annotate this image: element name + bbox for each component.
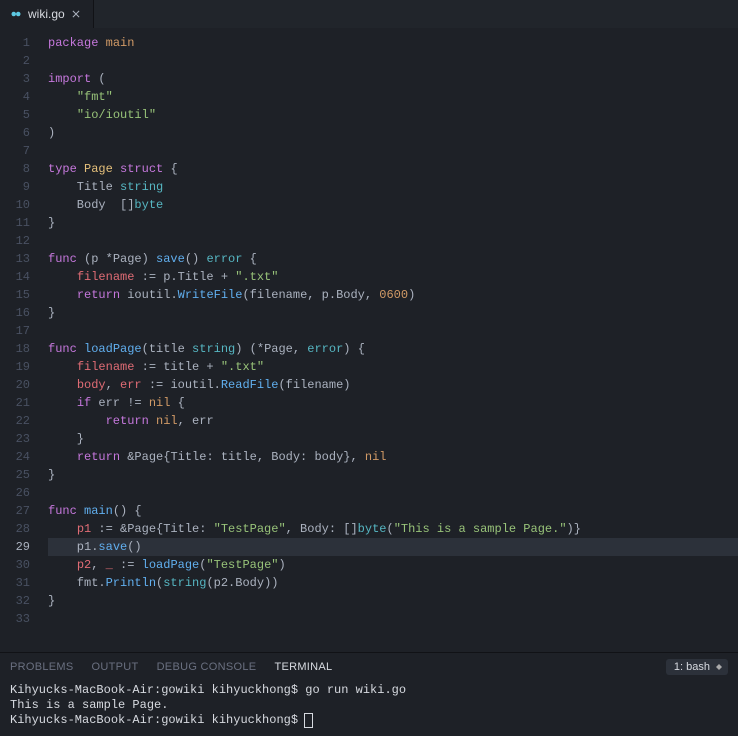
line-number: 3 [12,70,30,88]
shell-select-label: 1: bash [674,661,710,673]
line-number: 19 [12,358,30,376]
line-number: 25 [12,466,30,484]
terminal-line: Kihyucks-MacBook-Air:gowiki kihyuckhong$ [10,713,728,728]
code-line[interactable]: return &Page{Title: title, Body: body}, … [48,448,738,466]
code-line[interactable]: return nil, err [48,412,738,430]
code-line[interactable]: } [48,214,738,232]
line-number: 20 [12,376,30,394]
code-line[interactable]: if err != nil { [48,394,738,412]
code-line[interactable]: "fmt" [48,88,738,106]
code-line[interactable]: p2, _ := loadPage("TestPage") [48,556,738,574]
line-number: 8 [12,160,30,178]
line-number: 22 [12,412,30,430]
line-number: 5 [12,106,30,124]
tab-bar: wiki.go [0,0,738,28]
go-file-icon [10,8,22,20]
line-number: 4 [12,88,30,106]
code-line[interactable]: p1.save() [48,538,738,556]
line-number: 11 [12,214,30,232]
code-line[interactable]: p1 := &Page{Title: "TestPage", Body: []b… [48,520,738,538]
line-number: 15 [12,286,30,304]
code-line[interactable]: func (p *Page) save() error { [48,250,738,268]
line-number: 7 [12,142,30,160]
bottom-panel: PROBLEMS OUTPUT DEBUG CONSOLE TERMINAL 1… [0,652,738,736]
terminal-output[interactable]: Kihyucks-MacBook-Air:gowiki kihyuckhong$… [10,683,728,728]
line-number: 14 [12,268,30,286]
code-line[interactable]: } [48,430,738,448]
line-number: 23 [12,430,30,448]
tab-output[interactable]: OUTPUT [92,661,139,673]
line-number: 33 [12,610,30,628]
code-line[interactable]: } [48,466,738,484]
terminal-line: Kihyucks-MacBook-Air:gowiki kihyuckhong$… [10,683,728,698]
line-number: 17 [12,322,30,340]
line-number-gutter: 1234567891011121314151617181920212223242… [0,34,48,652]
code-line[interactable] [48,322,738,340]
line-number: 31 [12,574,30,592]
code-editor[interactable]: 1234567891011121314151617181920212223242… [0,28,738,652]
code-line[interactable]: return ioutil.WriteFile(filename, p.Body… [48,286,738,304]
code-content[interactable]: package main import ( "fmt" "io/ioutil")… [48,34,738,652]
code-line[interactable]: body, err := ioutil.ReadFile(filename) [48,376,738,394]
code-line[interactable]: "io/ioutil" [48,106,738,124]
code-line[interactable] [48,232,738,250]
code-line[interactable]: filename := p.Title + ".txt" [48,268,738,286]
tab-debug-console[interactable]: DEBUG CONSOLE [157,661,257,673]
code-line[interactable]: package main [48,34,738,52]
line-number: 29 [12,538,30,556]
panel-tab-bar: PROBLEMS OUTPUT DEBUG CONSOLE TERMINAL 1… [10,659,728,683]
line-number: 16 [12,304,30,322]
terminal-cursor [305,714,312,727]
tab-wiki-go[interactable]: wiki.go [0,0,94,28]
line-number: 26 [12,484,30,502]
code-line[interactable] [48,52,738,70]
close-icon[interactable] [71,8,83,20]
code-line[interactable]: type Page struct { [48,160,738,178]
line-number: 30 [12,556,30,574]
line-number: 27 [12,502,30,520]
tab-label: wiki.go [28,7,65,21]
line-number: 1 [12,34,30,52]
line-number: 10 [12,196,30,214]
line-number: 9 [12,178,30,196]
code-line[interactable]: filename := title + ".txt" [48,358,738,376]
line-number: 32 [12,592,30,610]
code-line[interactable]: Body []byte [48,196,738,214]
code-line[interactable]: func loadPage(title string) (*Page, erro… [48,340,738,358]
line-number: 24 [12,448,30,466]
line-number: 2 [12,52,30,70]
code-line[interactable]: fmt.Println(string(p2.Body)) [48,574,738,592]
terminal-line: This is a sample Page. [10,698,728,713]
line-number: 28 [12,520,30,538]
code-line[interactable] [48,142,738,160]
code-line[interactable]: } [48,304,738,322]
code-line[interactable]: } [48,592,738,610]
tab-terminal[interactable]: TERMINAL [274,661,332,673]
line-number: 6 [12,124,30,142]
tab-problems[interactable]: PROBLEMS [10,661,74,673]
code-line[interactable]: import ( [48,70,738,88]
line-number: 12 [12,232,30,250]
code-line[interactable] [48,610,738,628]
code-line[interactable] [48,484,738,502]
line-number: 18 [12,340,30,358]
line-number: 13 [12,250,30,268]
code-line[interactable]: func main() { [48,502,738,520]
code-line[interactable]: Title string [48,178,738,196]
line-number: 21 [12,394,30,412]
terminal-shell-select[interactable]: 1: bash [666,659,728,675]
code-line[interactable]: ) [48,124,738,142]
